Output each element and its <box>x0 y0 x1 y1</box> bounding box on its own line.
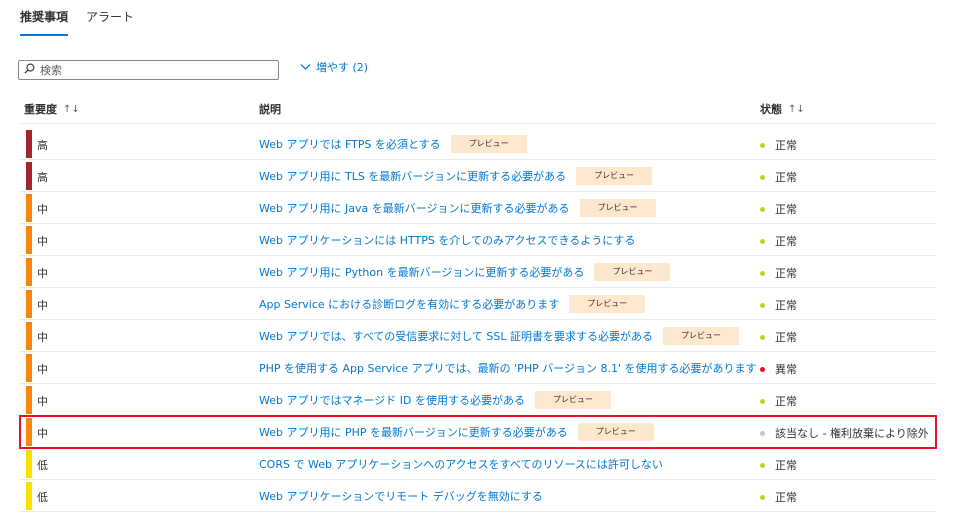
severity-indicator <box>26 290 32 318</box>
severity-label: 高 <box>37 171 48 184</box>
status-label: 該当なし - 権利放棄により除外 <box>775 427 929 440</box>
status-label: 正常 <box>775 235 797 248</box>
expand-filters-button[interactable]: 増やす (2) <box>300 59 368 75</box>
recommendation-link[interactable]: App Service における診断ログを有効にする必要があります <box>259 296 559 312</box>
status-dot-icon <box>760 238 765 244</box>
recommendation-link[interactable]: PHP を使用する App Service アプリでは、最新の 'PHP バージ… <box>259 360 757 376</box>
search-icon <box>24 63 35 77</box>
status-dot-icon <box>760 334 765 340</box>
severity-indicator <box>26 482 32 510</box>
status-label: 正常 <box>775 203 797 216</box>
status-label: 正常 <box>775 395 797 408</box>
search-box[interactable] <box>18 60 279 80</box>
status-dot-icon <box>760 430 765 436</box>
table-row[interactable]: 中 Web アプリ用に Python を最新バージョンに更新する必要がある プレビュ… <box>20 256 936 288</box>
recommendation-link[interactable]: Web アプリ用に Java を最新バージョンに更新する必要がある <box>259 200 570 216</box>
status-dot-icon <box>760 142 765 148</box>
table-row[interactable]: 低 CORS で Web アプリケーションへのアクセスをすべてのリソースには許可し… <box>20 448 936 480</box>
recommendation-link[interactable]: Web アプリケーションには HTTPS を介してのみアクセスできるようにする <box>259 232 635 248</box>
table-row[interactable]: 中 Web アプリケーションには HTTPS を介してのみアクセスできるようにする… <box>20 224 936 256</box>
status-label: 正常 <box>775 459 797 472</box>
table-row[interactable]: 中 Web アプリ用に PHP を最新バージョンに更新する必要がある プレビュー 該当… <box>19 415 937 449</box>
preview-badge: プレビュー <box>663 327 740 345</box>
severity-indicator <box>26 130 32 158</box>
column-header-severity[interactable]: 重要度 ↑↓ <box>24 101 80 117</box>
status-label: 正常 <box>775 299 797 312</box>
table-row[interactable]: 高 Web アプリでは FTPS を必須とする プレビュー 正常 <box>20 128 936 160</box>
expand-filters-label: 増やす (2) <box>316 61 369 74</box>
tab-bar: 推奨事項 アラート <box>20 8 152 36</box>
sort-icon: ↑↓ <box>63 103 80 115</box>
severity-label: 中 <box>37 427 48 440</box>
status-label: 正常 <box>775 491 797 504</box>
status-dot-icon <box>760 398 765 404</box>
severity-indicator <box>26 226 32 254</box>
column-header-status-label: 状態 <box>760 103 782 116</box>
severity-indicator <box>26 194 32 222</box>
table-row[interactable]: 中 Web アプリではマネージド ID を使用する必要がある プレビュー 正常 <box>20 384 936 416</box>
table-row[interactable]: 中 Web アプリでは、すべての受信要求に対して SSL 証明書を要求する必要があ… <box>20 320 936 352</box>
table-row[interactable]: 中 App Service における診断ログを有効にする必要があります プレビュー 正… <box>20 288 936 320</box>
table-row[interactable]: 低 Web アプリケーションでリモート デバッグを無効にする 正常 <box>20 480 936 512</box>
severity-indicator <box>26 450 32 478</box>
tab-alerts[interactable]: アラート <box>86 8 134 36</box>
severity-label: 低 <box>37 491 48 504</box>
severity-label: 低 <box>37 459 48 472</box>
preview-badge: プレビュー <box>577 423 654 441</box>
severity-label: 中 <box>37 203 48 216</box>
preview-badge: プレビュー <box>579 199 656 217</box>
status-dot-icon <box>760 366 765 372</box>
search-input[interactable] <box>40 63 260 77</box>
recommendation-link[interactable]: Web アプリケーションでリモート デバッグを無効にする <box>259 488 543 504</box>
column-header-severity-label: 重要度 <box>24 103 57 116</box>
severity-indicator <box>26 418 32 446</box>
table-row[interactable]: 中 PHP を使用する App Service アプリでは、最新の 'PHP バー… <box>20 352 936 384</box>
severity-indicator <box>26 354 32 382</box>
status-label: 正常 <box>775 139 797 152</box>
column-header-description-label: 説明 <box>259 103 281 116</box>
recommendation-link[interactable]: Web アプリ用に Python を最新バージョンに更新する必要がある <box>259 264 584 280</box>
sort-icon: ↑↓ <box>788 103 805 115</box>
status-dot-icon <box>760 174 765 180</box>
tab-recommendations[interactable]: 推奨事項 <box>20 8 69 36</box>
status-label: 正常 <box>775 267 797 280</box>
severity-label: 中 <box>37 267 48 280</box>
severity-label: 中 <box>37 235 48 248</box>
severity-indicator <box>26 386 32 414</box>
column-header-description: 説明 <box>259 101 281 117</box>
status-dot-icon <box>760 462 765 468</box>
severity-label: 中 <box>37 395 48 408</box>
severity-indicator <box>26 258 32 286</box>
table-row[interactable]: 中 Web アプリ用に Java を最新バージョンに更新する必要がある プレビュー 正… <box>20 192 936 224</box>
chevron-down-icon <box>300 61 316 74</box>
severity-indicator <box>26 322 32 350</box>
status-label: 正常 <box>775 171 797 184</box>
status-label: 正常 <box>775 331 797 344</box>
status-dot-icon <box>760 270 765 276</box>
table-row[interactable]: 高 Web アプリ用に TLS を最新バージョンに更新する必要がある プレビュー 正常 <box>20 160 936 192</box>
recommendation-link[interactable]: Web アプリ用に TLS を最新バージョンに更新する必要がある <box>259 168 566 184</box>
status-label: 異常 <box>775 363 797 376</box>
severity-label: 中 <box>37 363 48 376</box>
preview-badge: プレビュー <box>534 391 611 409</box>
column-header-status[interactable]: 状態 ↑↓ <box>760 101 805 117</box>
severity-indicator <box>26 162 32 190</box>
header-divider <box>20 123 936 124</box>
status-dot-icon <box>760 206 765 212</box>
severity-label: 高 <box>37 139 48 152</box>
status-dot-icon <box>760 302 765 308</box>
recommendation-link[interactable]: Web アプリ用に PHP を最新バージョンに更新する必要がある <box>259 424 568 440</box>
preview-badge: プレビュー <box>569 295 646 313</box>
severity-label: 中 <box>37 299 48 312</box>
recommendation-link[interactable]: Web アプリでは、すべての受信要求に対して SSL 証明書を要求する必要がある <box>259 328 653 344</box>
preview-badge: プレビュー <box>576 167 653 185</box>
status-dot-icon <box>760 494 765 500</box>
recommendation-link[interactable]: Web アプリではマネージド ID を使用する必要がある <box>259 392 525 408</box>
recommendations-table: 高 Web アプリでは FTPS を必須とする プレビュー 正常 高 Web アプリ用に… <box>19 128 937 512</box>
recommendation-link[interactable]: CORS で Web アプリケーションへのアクセスをすべてのリソースには許可しな… <box>259 456 663 472</box>
recommendation-link[interactable]: Web アプリでは FTPS を必須とする <box>259 136 441 152</box>
preview-badge: プレビュー <box>450 135 527 153</box>
preview-badge: プレビュー <box>594 263 671 281</box>
severity-label: 中 <box>37 331 48 344</box>
